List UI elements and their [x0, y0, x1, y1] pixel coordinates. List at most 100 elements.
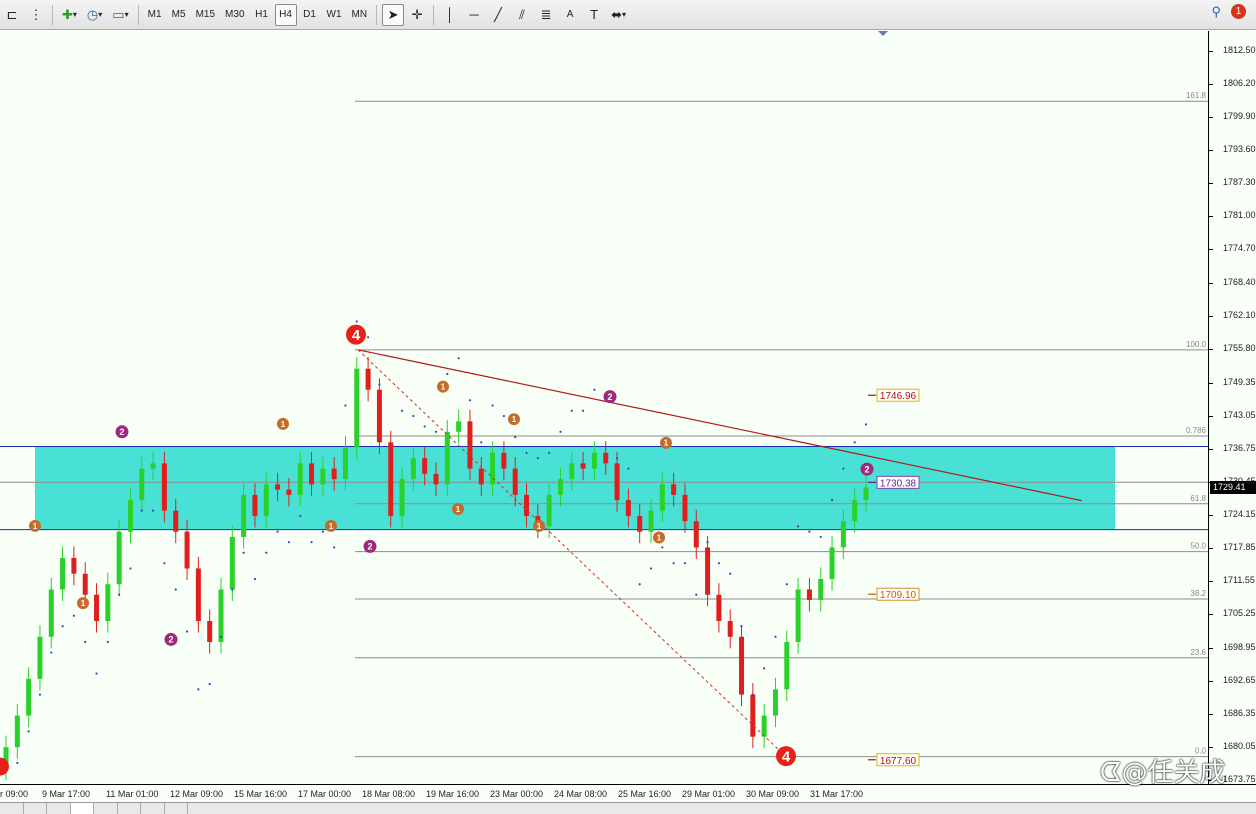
chart-tab[interactable]	[94, 803, 118, 814]
fibonacci-icon[interactable]: ≣	[535, 4, 557, 26]
price-tick	[1209, 116, 1213, 118]
cursor-icon[interactable]: ➤	[382, 3, 405, 26]
parabolic-sar-dot	[321, 530, 324, 533]
text-label-icon[interactable]: T	[583, 4, 605, 26]
time-axis-label: r 09:00	[0, 789, 29, 799]
candle-body	[173, 510, 179, 532]
timeframe-button-m1[interactable]: M1	[144, 4, 166, 26]
parabolic-sar-dot	[389, 451, 392, 454]
parabolic-sar-dot	[355, 320, 358, 323]
parabolic-sar-dot	[38, 693, 42, 696]
price-tick	[1209, 614, 1213, 616]
price-tick	[1209, 150, 1213, 152]
candle-body	[365, 368, 371, 390]
equidistant-channel-icon[interactable]: ⫽	[511, 4, 533, 26]
parabolic-sar-dot	[140, 509, 143, 512]
price-axis-label: 1812.50	[1223, 44, 1256, 55]
chart-tab[interactable]	[141, 803, 165, 814]
candle-body	[852, 500, 858, 522]
chart-tab[interactable]	[24, 803, 48, 814]
parabolic-sar-dot	[842, 467, 845, 470]
candle-body	[105, 584, 111, 622]
trendline-icon[interactable]: ╱	[487, 4, 509, 26]
candle-body	[399, 479, 405, 516]
parabolic-sar-dot	[242, 551, 245, 554]
chart-tab[interactable]	[165, 803, 189, 814]
fibonacci-level-label: 23.6	[1190, 648, 1206, 657]
add-indicator-icon[interactable]: ✚ ▾	[58, 4, 81, 26]
price-axis-label: 1680.05	[1223, 740, 1256, 751]
notification-badge[interactable]: 1	[1231, 4, 1246, 19]
parabolic-sar-dot	[276, 530, 279, 533]
candle-body	[275, 484, 281, 490]
candle-body	[286, 489, 292, 495]
candle-body	[603, 452, 609, 464]
timeframe-button-d1[interactable]: D1	[299, 4, 321, 26]
price-chart[interactable]: 161.8 100.0 0.786 61.8 50.0 38.2 23.6 0.0 1746.9…	[0, 31, 1208, 784]
candle-body	[648, 510, 654, 532]
price-tick	[1209, 183, 1213, 185]
time-axis-label: 24 Mar 08:00	[554, 789, 608, 799]
fibonacci-level-label: 0.786	[1186, 426, 1207, 435]
vertical-line-icon[interactable]: │	[439, 4, 461, 26]
chart-tab[interactable]	[47, 803, 71, 814]
price-axis-label: 1743.05	[1223, 409, 1256, 420]
price-tick	[1209, 315, 1213, 317]
arrows-icon[interactable]: ⬌ ▾	[607, 4, 630, 26]
price-tick	[1209, 713, 1213, 715]
support-resistance-zone	[35, 446, 1115, 530]
chart-shift-marker	[878, 31, 888, 36]
candle-body	[444, 431, 450, 485]
candle-body	[241, 494, 247, 537]
timeframe-button-m15[interactable]: M15	[192, 4, 219, 26]
timeframe-button-m30[interactable]: M30	[221, 4, 248, 26]
parabolic-sar-dot	[797, 525, 800, 528]
timeframe-button-w1[interactable]: W1	[323, 4, 346, 26]
text-tool-button[interactable]: A	[559, 4, 581, 26]
candle-body	[591, 452, 597, 469]
timeframe-button-h4[interactable]: H4	[274, 3, 297, 26]
parabolic-sar-dot	[672, 562, 675, 565]
price-axis-label: 1755.80	[1223, 342, 1256, 353]
candle-body	[818, 578, 824, 600]
chart-tab[interactable]	[118, 803, 142, 814]
new-order-icon[interactable]: ⊏	[1, 4, 23, 26]
text-tool-label: A	[566, 9, 574, 20]
candle-body	[263, 484, 269, 516]
parabolic-sar-dot	[163, 562, 166, 565]
candle-body	[806, 589, 812, 600]
horizontal-line-icon[interactable]: ─	[463, 4, 485, 26]
parabolic-sar-dot	[468, 399, 472, 402]
fibonacci-level-label: 161.8	[1186, 91, 1207, 100]
chart-shift-icon[interactable]: ⋮	[25, 4, 47, 26]
timeframe-button-m5[interactable]: M5	[168, 4, 190, 26]
parabolic-sar-dot	[197, 688, 200, 691]
candle-body	[727, 621, 733, 637]
parabolic-sar-dot	[72, 614, 75, 617]
chart-canvas[interactable]: 161.8100.00.78661.850.038.223.60.01746.9…	[0, 31, 1208, 784]
parabolic-sar-dot	[457, 357, 460, 360]
candle-body	[840, 521, 846, 548]
price-tick	[1209, 348, 1213, 350]
price-tick	[1209, 50, 1213, 52]
candle-body	[750, 694, 756, 737]
timeframe-button-mn[interactable]: MN	[348, 4, 372, 26]
templates-icon[interactable]: ▭ ▾	[108, 4, 132, 26]
parabolic-sar-dot	[344, 404, 347, 407]
candle-body	[161, 463, 167, 511]
parabolic-sar-dot	[536, 456, 539, 460]
chart-tab-active[interactable]	[70, 803, 95, 814]
chart-tab[interactable]	[0, 803, 24, 814]
timeframe-button-h1[interactable]: H1	[251, 4, 273, 26]
wave-label-text: 1	[657, 533, 662, 542]
parabolic-sar-dot	[378, 383, 381, 386]
price-axis-label: 1762.10	[1223, 309, 1256, 320]
search-icon[interactable]: ⚲	[1211, 5, 1221, 18]
time-axis-label: 30 Mar 09:00	[746, 789, 800, 799]
clock-icon[interactable]: ◷ ▾	[83, 4, 106, 26]
crosshair-icon[interactable]: ✛	[406, 4, 428, 26]
parabolic-sar-dot	[61, 625, 64, 628]
parabolic-sar-dot	[819, 535, 822, 539]
price-tick	[1209, 647, 1213, 649]
parabolic-sar-dot	[582, 409, 585, 412]
